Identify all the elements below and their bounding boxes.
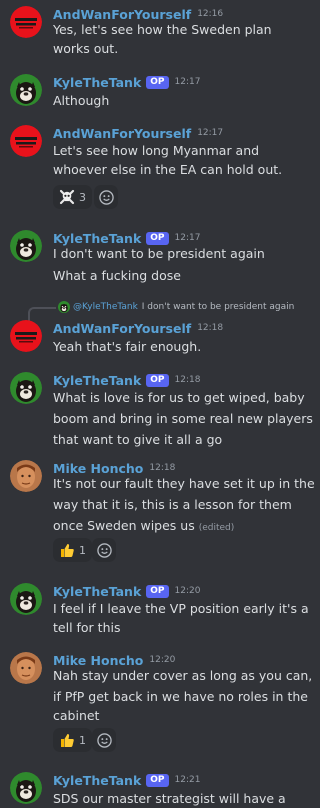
message-text: I don't want to be president again bbox=[53, 246, 265, 261]
message-text: boom and bring in some real new players bbox=[53, 411, 313, 426]
username[interactable]: KyleTheTank bbox=[53, 584, 141, 599]
message-header: AndWanForYourself 12:17 bbox=[53, 125, 223, 141]
avatar[interactable] bbox=[10, 772, 42, 804]
timestamp: 12:20 bbox=[149, 655, 176, 665]
smile-icon bbox=[97, 733, 112, 748]
avatar-small bbox=[58, 301, 70, 313]
op-badge: OP bbox=[146, 373, 169, 387]
add-reaction-button[interactable] bbox=[92, 728, 116, 752]
timestamp: 12:17 bbox=[174, 233, 201, 243]
reaction-count: 1 bbox=[79, 543, 86, 557]
message-text: What is love is for us to get wiped, bab… bbox=[53, 390, 305, 405]
reaction-thumbs-up[interactable]: 1 bbox=[53, 728, 92, 752]
message-text: once Sweden wipes us (edited) bbox=[53, 516, 234, 538]
op-badge: OP bbox=[146, 584, 169, 598]
smile-icon bbox=[99, 190, 114, 205]
username[interactable]: AndWanForYourself bbox=[53, 321, 191, 336]
message-text: works out. bbox=[53, 41, 119, 56]
message-header: KyleTheTank OP 12:18 bbox=[53, 372, 200, 388]
edited-label: (edited) bbox=[198, 523, 235, 533]
message-text: Let's see how long Myanmar and bbox=[53, 143, 260, 158]
thumbs-up-icon bbox=[59, 732, 75, 748]
username[interactable]: AndWanForYourself bbox=[53, 126, 191, 141]
message-text: What a fucking dose bbox=[53, 268, 181, 283]
reaction-skull[interactable]: 3 bbox=[53, 185, 92, 209]
reply-preview[interactable]: @KyleTheTank I don't want to be presiden… bbox=[58, 299, 294, 315]
timestamp: 12:20 bbox=[174, 586, 201, 596]
timestamp: 12:17 bbox=[174, 77, 201, 87]
message-header: AndWanForYourself 12:18 bbox=[53, 320, 223, 336]
message-header: KyleTheTank OP 12:20 bbox=[53, 583, 200, 599]
avatar[interactable] bbox=[10, 6, 42, 38]
timestamp: 12:21 bbox=[174, 775, 201, 785]
skull-crossbones-icon bbox=[59, 189, 75, 205]
message-text: It's not our fault they have set it up i… bbox=[53, 476, 315, 491]
message-header: KyleTheTank OP 12:17 bbox=[53, 74, 200, 90]
reply-text: I don't want to be president again bbox=[141, 302, 295, 312]
op-badge: OP bbox=[146, 231, 169, 245]
message-text: whoever else in the EA can hold out. bbox=[53, 162, 283, 177]
timestamp: 12:18 bbox=[197, 323, 224, 333]
message-text: way that it is, this is a lesson for the… bbox=[53, 497, 292, 512]
reaction-count: 3 bbox=[79, 190, 86, 204]
message-text: tell for this bbox=[53, 620, 121, 635]
message-text: if PfP get back in we have no roles in t… bbox=[53, 689, 308, 704]
avatar[interactable] bbox=[10, 460, 42, 492]
op-badge: OP bbox=[146, 75, 169, 89]
reaction-count: 1 bbox=[79, 733, 86, 747]
message-text: I feel if I leave the VP position early … bbox=[53, 601, 309, 616]
message-text-content: once Sweden wipes us bbox=[53, 518, 195, 533]
timestamp: 12:17 bbox=[197, 128, 224, 138]
smile-icon bbox=[97, 543, 112, 558]
reply-spine bbox=[28, 307, 56, 321]
op-badge: OP bbox=[146, 773, 169, 787]
timestamp: 12:18 bbox=[174, 375, 201, 385]
message-text: that want to give it all a go bbox=[53, 432, 223, 447]
username[interactable]: KyleTheTank bbox=[53, 75, 141, 90]
avatar[interactable] bbox=[10, 125, 42, 157]
message-text: SDS our master strategist will have a bbox=[53, 791, 286, 806]
timestamp: 12:16 bbox=[197, 9, 224, 19]
message-header: KyleTheTank OP 12:21 bbox=[53, 772, 200, 788]
message-text: Yeah that's fair enough. bbox=[53, 339, 202, 354]
add-reaction-button[interactable] bbox=[94, 185, 118, 209]
message-text: Although bbox=[53, 93, 110, 108]
avatar[interactable] bbox=[10, 320, 42, 352]
message-text: cabinet bbox=[53, 708, 100, 723]
thumbs-up-icon bbox=[59, 542, 75, 558]
add-reaction-button[interactable] bbox=[92, 538, 116, 562]
message-text: Yes, let's see how the Sweden plan bbox=[53, 22, 272, 37]
username[interactable]: KyleTheTank bbox=[53, 373, 141, 388]
avatar[interactable] bbox=[10, 652, 42, 684]
avatar[interactable] bbox=[10, 583, 42, 615]
avatar[interactable] bbox=[10, 372, 42, 404]
reaction-thumbs-up[interactable]: 1 bbox=[53, 538, 92, 562]
avatar[interactable] bbox=[10, 74, 42, 106]
message-text: Nah stay under cover as long as you can, bbox=[53, 668, 313, 683]
reply-username[interactable]: @KyleTheTank bbox=[73, 302, 138, 312]
username[interactable]: KyleTheTank bbox=[53, 773, 141, 788]
timestamp: 12:18 bbox=[149, 463, 176, 473]
avatar[interactable] bbox=[10, 230, 42, 262]
